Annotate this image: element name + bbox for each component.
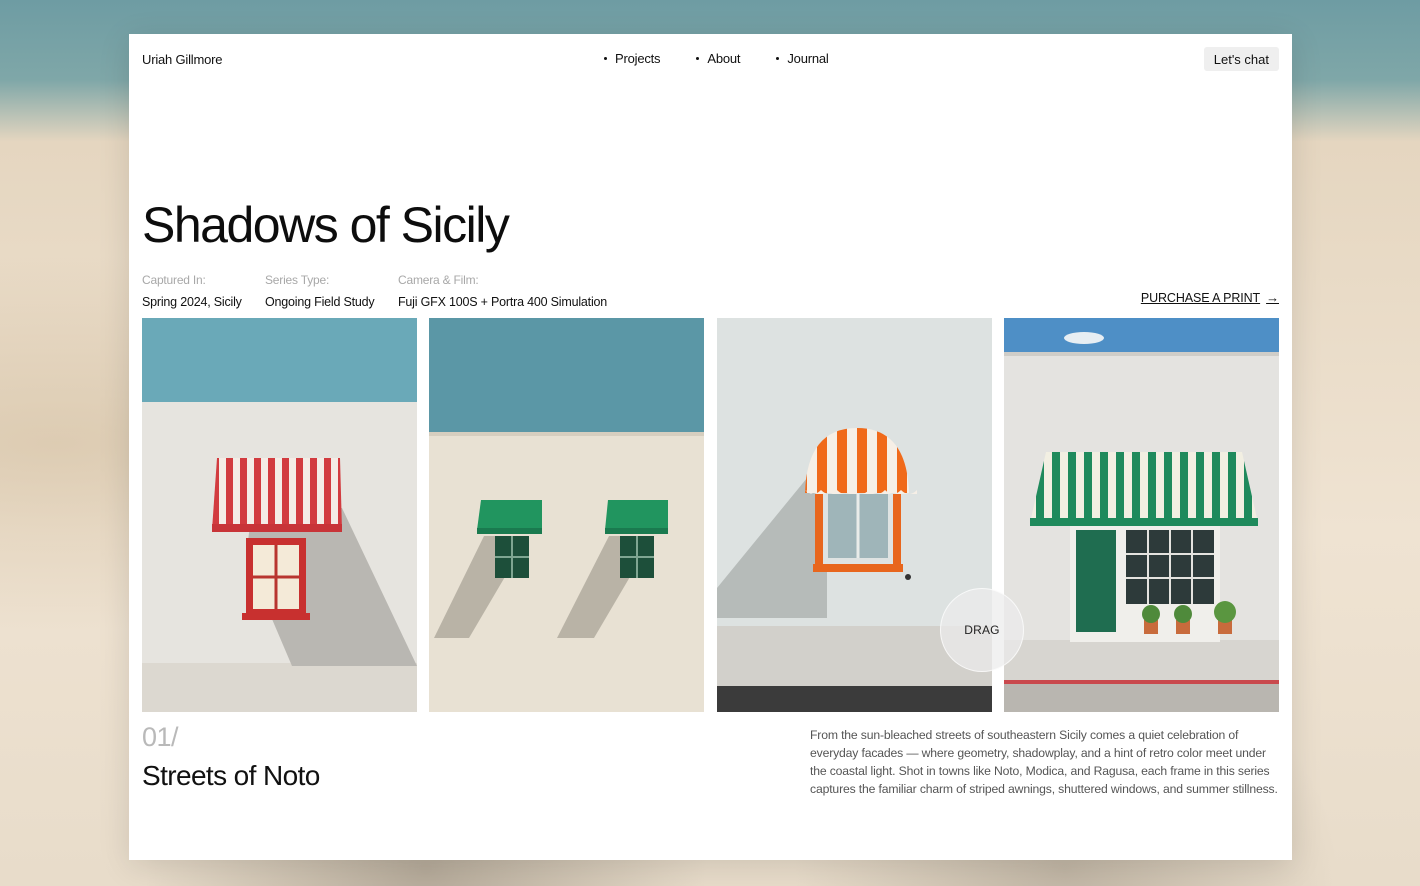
meta-value: Fuji GFX 100S + Portra 400 Simulation xyxy=(398,295,608,309)
meta-label: Series Type: xyxy=(265,273,330,287)
page-title: Shadows of Sicily xyxy=(142,197,510,253)
arrow-right-icon: → xyxy=(1266,290,1279,305)
meta-camera-film: Camera & Film: Fuji GFX 100S + Portra 40… xyxy=(398,273,607,309)
meta-value: Spring 2024, Sicily xyxy=(142,295,242,309)
nav-link-label: About xyxy=(707,51,741,66)
nav-link-journal[interactable]: Journal xyxy=(776,51,829,66)
photo-gallery-carousel[interactable] xyxy=(142,318,1279,712)
gallery-photo-green-storefront[interactable] xyxy=(1004,318,1279,712)
browser-page-card: Uriah Gillmore Projects About Journal Le… xyxy=(129,34,1292,860)
gallery-photo-red-awning[interactable] xyxy=(142,318,417,712)
bullet-icon xyxy=(604,57,607,60)
bullet-icon xyxy=(776,57,780,60)
lets-chat-button[interactable]: Let's chat xyxy=(1203,47,1279,71)
meta-captured-in: Captured In: Spring 2024, Sicily xyxy=(142,273,242,309)
bullet-icon xyxy=(696,57,700,60)
nav-link-label: Journal xyxy=(787,51,829,66)
top-navigation: Uriah Gillmore Projects About Journal Le… xyxy=(129,34,1292,84)
nav-link-label: Projects xyxy=(615,51,661,66)
meta-series-type: Series Type: Ongoing Field Study xyxy=(265,273,375,309)
meta-label: Camera & Film: xyxy=(398,273,479,287)
drag-handle[interactable]: DRAG xyxy=(940,588,1024,672)
nav-link-about[interactable]: About xyxy=(696,51,741,66)
series-description: From the sun-bleached streets of southea… xyxy=(810,728,1278,796)
meta-value: Ongoing Field Study xyxy=(265,295,375,309)
nav-link-projects[interactable]: Projects xyxy=(604,51,661,66)
purchase-print-link[interactable]: PURCHASE A PRINT → xyxy=(1141,290,1279,305)
series-index: 01/ xyxy=(142,722,179,752)
series-title: Streets of Noto xyxy=(142,760,320,791)
brand-name[interactable]: Uriah Gillmore xyxy=(142,52,222,67)
meta-label: Captured In: xyxy=(142,273,206,287)
gallery-photo-green-awnings[interactable] xyxy=(429,318,704,712)
nav-links: Projects About Journal xyxy=(604,51,865,66)
purchase-print-label: PURCHASE A PRINT xyxy=(1140,290,1261,305)
